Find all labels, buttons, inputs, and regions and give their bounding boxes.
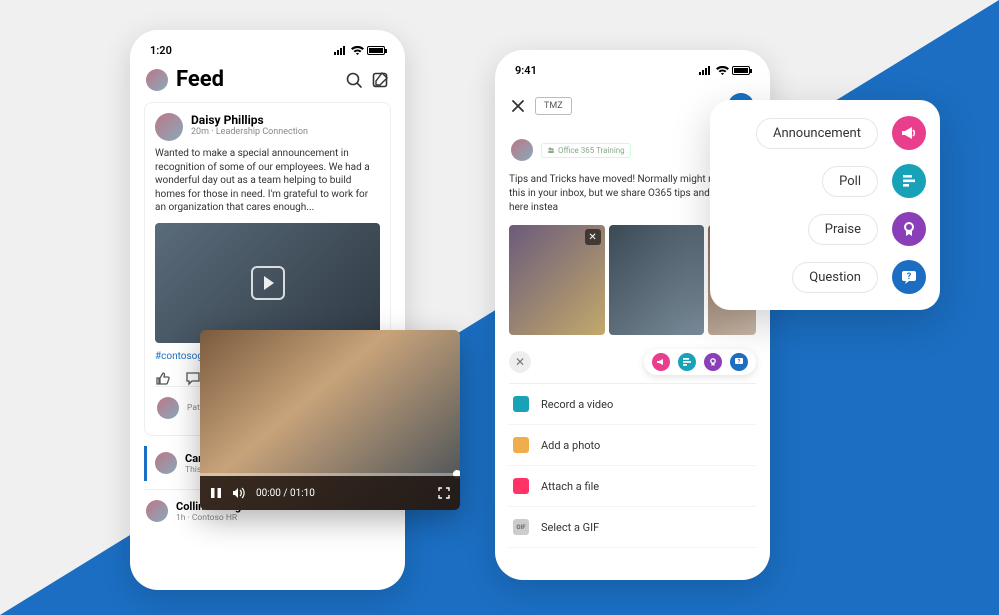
- battery-icon: [732, 66, 750, 75]
- status-icons: [699, 66, 750, 76]
- question-icon: ?: [892, 260, 926, 294]
- attach-gif[interactable]: GIF Select a GIF: [509, 507, 756, 548]
- post-video-thumbnail[interactable]: [155, 223, 380, 343]
- video-player[interactable]: 00:00 / 01:10: [200, 330, 460, 510]
- compose-type-row: ✕ ?: [509, 349, 756, 375]
- attach-add-photo[interactable]: Add a photo: [509, 425, 756, 466]
- video-time: 00:00 / 01:10: [256, 488, 315, 499]
- badge-icon: [892, 212, 926, 246]
- attachment-options: Record a video Add a photo Attach a file…: [509, 383, 756, 548]
- status-bar: 1:20: [144, 40, 391, 67]
- bars-icon: [892, 164, 926, 198]
- status-bar: 9:41: [509, 60, 756, 87]
- post-type-question[interactable]: Question ?: [724, 260, 926, 294]
- next-author-avatar: [146, 500, 168, 522]
- video-controls: 00:00 / 01:10: [200, 476, 460, 510]
- remove-image-icon[interactable]: ✕: [585, 229, 601, 245]
- svg-text:?: ?: [907, 272, 912, 282]
- post-type-menu: Announcement Poll Praise Question ?: [710, 100, 940, 310]
- wifi-icon: [351, 46, 364, 56]
- fullscreen-icon[interactable]: [438, 487, 450, 499]
- like-icon[interactable]: [155, 370, 171, 386]
- poll-mini-icon[interactable]: [678, 353, 696, 371]
- attach-file[interactable]: Attach a file: [509, 466, 756, 507]
- post-type-label: Announcement: [756, 118, 878, 149]
- gallery-image[interactable]: ✕: [509, 225, 605, 335]
- author-name[interactable]: Daisy Phillips: [191, 113, 308, 127]
- post-type-label: Poll: [822, 166, 878, 197]
- play-icon[interactable]: [251, 266, 285, 300]
- gif-icon: GIF: [513, 519, 529, 535]
- wifi-icon: [716, 66, 729, 76]
- gallery-image[interactable]: [609, 225, 705, 335]
- collapse-icon[interactable]: ✕: [509, 351, 531, 373]
- me-avatar[interactable]: [146, 69, 168, 91]
- header-tag[interactable]: TMZ: [535, 97, 572, 115]
- post-type-label: Praise: [808, 214, 878, 245]
- author-avatar[interactable]: [155, 113, 183, 141]
- status-time: 9:41: [515, 64, 537, 77]
- signal-icon: [699, 66, 713, 75]
- pause-icon[interactable]: [210, 487, 222, 499]
- comment-icon[interactable]: [185, 370, 201, 386]
- post-type-announcement[interactable]: Announcement: [724, 116, 926, 150]
- praise-mini-icon[interactable]: [704, 353, 722, 371]
- post-type-mini-pills: ?: [644, 349, 756, 375]
- photo-icon: [513, 437, 529, 453]
- post-type-praise[interactable]: Praise: [724, 212, 926, 246]
- close-icon[interactable]: [511, 99, 525, 113]
- search-icon[interactable]: [345, 71, 363, 89]
- next-post-meta: 1h · Contoso HR: [176, 513, 251, 523]
- commenter-avatar: [157, 397, 179, 419]
- signal-icon: [334, 46, 348, 55]
- reply-avatar: [155, 452, 177, 474]
- compose-avatar[interactable]: [511, 139, 533, 161]
- group-pill[interactable]: Office 365 Training: [541, 143, 631, 158]
- post-meta: 20m · Leadership Connection: [191, 127, 308, 137]
- post-body: Wanted to make a special announcement in…: [155, 147, 380, 215]
- post-type-poll[interactable]: Poll: [724, 164, 926, 198]
- status-time: 1:20: [150, 44, 172, 57]
- feed-header: Feed: [144, 67, 391, 102]
- post-type-label: Question: [792, 262, 878, 293]
- group-icon: [547, 146, 555, 154]
- announcement-mini-icon[interactable]: [652, 353, 670, 371]
- battery-icon: [367, 46, 385, 55]
- compose-icon[interactable]: [371, 71, 389, 89]
- megaphone-icon: [892, 116, 926, 150]
- file-icon: [513, 478, 529, 494]
- question-mini-icon[interactable]: ?: [730, 353, 748, 371]
- attach-record-video[interactable]: Record a video: [509, 384, 756, 425]
- video-icon: [513, 396, 529, 412]
- volume-icon[interactable]: [232, 487, 246, 499]
- page-title: Feed: [176, 67, 337, 92]
- status-icons: [334, 46, 385, 56]
